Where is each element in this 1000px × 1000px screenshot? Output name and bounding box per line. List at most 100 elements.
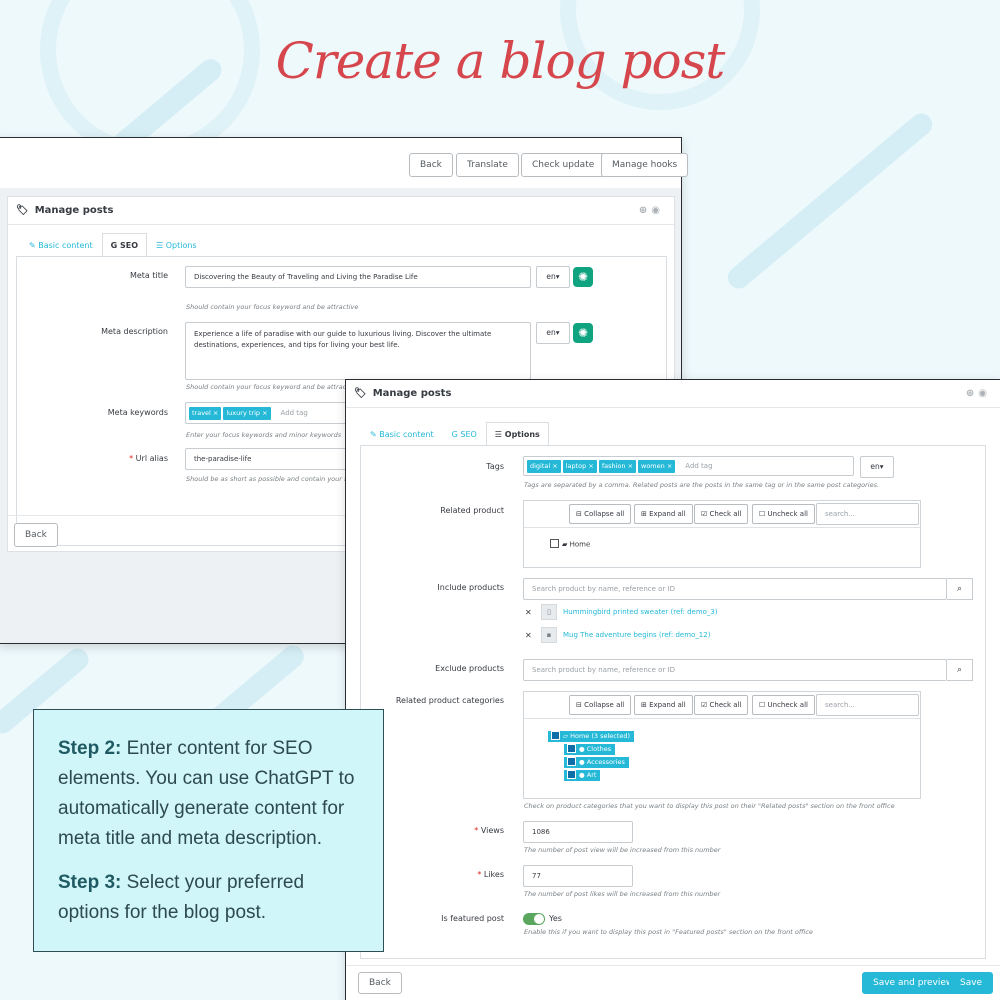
- google-icon: G: [110, 241, 120, 250]
- tab-seo[interactable]: G SEO: [101, 233, 147, 257]
- panel-header: 🏷 Manage posts ⊕◉: [8, 197, 674, 225]
- meta-title-lang-select[interactable]: en▾: [536, 266, 570, 288]
- tags-hint: Tags are separated by a comma. Related p…: [524, 481, 880, 489]
- folder-icon: ▰: [562, 540, 570, 549]
- views-hint: The number of post view will be increase…: [524, 846, 721, 854]
- translate-button[interactable]: Translate: [456, 153, 519, 177]
- meta-description-label: Meta description: [101, 327, 168, 336]
- checkbox[interactable]: [567, 743, 576, 753]
- options-window: 🏷 Manage posts ⊕◉ ✎ Basic content G SEO …: [345, 379, 1000, 1000]
- tab-basic-content[interactable]: ✎ Basic content: [361, 422, 443, 446]
- zoom-icon[interactable]: ⊕◉: [639, 205, 664, 216]
- tree-node-accessories[interactable]: ● Accessories: [564, 756, 629, 768]
- exclude-products-search[interactable]: Search product by name, reference or ID: [523, 659, 947, 681]
- views-label: * Views: [474, 826, 504, 835]
- included-product-item: ✕ ▯ Hummingbird printed sweater (ref: demo…: [525, 604, 718, 620]
- tag-chip[interactable]: digital ×: [527, 460, 561, 473]
- edit-icon: ✎: [29, 241, 39, 250]
- panel-header: 🏷 Manage posts ⊕◉: [346, 380, 1000, 408]
- check-all-button[interactable]: ☑ Check all: [694, 695, 749, 715]
- uncheck-all-button[interactable]: ☐ Uncheck all: [752, 695, 815, 715]
- tags-icon: 🏷: [354, 388, 367, 399]
- chatgpt-icon[interactable]: ✺: [573, 267, 593, 287]
- tree-node-clothes[interactable]: ● Clothes: [564, 743, 616, 755]
- manage-hooks-button[interactable]: Manage hooks: [601, 153, 689, 177]
- panel-title: Manage posts: [372, 388, 452, 399]
- list-icon: ☰: [156, 241, 166, 250]
- meta-description-lang-select[interactable]: en▾: [536, 322, 570, 344]
- likes-input[interactable]: 77: [523, 865, 633, 887]
- instruction-callout: Step 2: Enter content for SEO elements. …: [33, 709, 384, 952]
- views-input[interactable]: 1086: [523, 821, 633, 843]
- meta-title-hint: Should contain your focus keyword and be…: [186, 303, 359, 311]
- related-categories-label: Related product categories: [395, 696, 504, 705]
- meta-keywords-label: Meta keywords: [107, 408, 168, 417]
- product-thumbnail: ▯: [541, 604, 557, 620]
- likes-label: * Likes: [477, 870, 504, 879]
- meta-keywords-hint: Enter your focus keywords and minor keyw…: [186, 431, 342, 439]
- checkbox[interactable]: [567, 769, 576, 779]
- remove-icon[interactable]: ✕: [525, 608, 535, 617]
- check-all-button[interactable]: ☑ Check all: [694, 504, 749, 524]
- tag-chip[interactable]: fashion ×: [598, 460, 637, 473]
- check-update-button[interactable]: Check update: [521, 153, 606, 177]
- back-button[interactable]: Back: [358, 972, 402, 994]
- search-icon[interactable]: ⌕: [947, 578, 973, 600]
- add-tag-placeholder: Add tag: [685, 462, 713, 470]
- uncheck-all-button[interactable]: ☐ Uncheck all: [752, 504, 815, 524]
- related-product-label: Related product: [440, 506, 504, 515]
- tab-options[interactable]: ☰ Options: [485, 422, 549, 446]
- meta-description-textarea[interactable]: Experience a life of paradise with our g…: [185, 322, 531, 380]
- product-thumbnail: ▪: [541, 627, 557, 643]
- checkbox[interactable]: [550, 539, 559, 548]
- tree-search-input[interactable]: search...: [816, 694, 919, 716]
- panel-footer: [346, 965, 1000, 966]
- collapse-all-button[interactable]: ⊟ Collapse all: [569, 504, 632, 524]
- checkbox[interactable]: [551, 730, 560, 740]
- meta-description-hint: Should contain your focus keyword and be…: [186, 383, 359, 391]
- included-product-item: ✕ ▪ Mug The adventure begins (ref: demo_12…: [525, 627, 710, 643]
- include-products-search[interactable]: Search product by name, reference or ID: [523, 578, 947, 600]
- featured-hint: Enable this if you want to display this …: [524, 928, 813, 936]
- search-icon[interactable]: ⌕: [947, 659, 973, 681]
- tags-input[interactable]: digital × laptop × fashion × women × Add tag: [523, 456, 854, 476]
- edit-icon: ✎: [370, 430, 380, 439]
- featured-label: Is featured post: [441, 914, 504, 923]
- tag-chip[interactable]: laptop ×: [562, 460, 597, 473]
- featured-toggle[interactable]: [523, 913, 545, 925]
- url-alias-hint: Should be as short as possible and conta…: [186, 475, 358, 483]
- chatgpt-icon[interactable]: ✺: [573, 323, 593, 343]
- tree-search-input[interactable]: search...: [816, 503, 919, 525]
- tab-basic-content[interactable]: ✎ Basic content: [20, 233, 102, 257]
- collapse-all-button[interactable]: ⊟ Collapse all: [569, 695, 632, 715]
- include-products-label: Include products: [437, 583, 504, 592]
- tag-chip[interactable]: luxury trip ×: [223, 407, 271, 420]
- tab-options[interactable]: ☰ Options: [147, 233, 206, 257]
- meta-title-label: Meta title: [129, 271, 168, 280]
- add-tag-placeholder: Add tag: [280, 409, 308, 417]
- tree-node-art[interactable]: ● Art: [564, 769, 601, 781]
- tag-chip[interactable]: women ×: [638, 460, 676, 473]
- meta-title-input[interactable]: Discovering the Beauty of Traveling and …: [185, 266, 531, 288]
- tag-chip[interactable]: travel ×: [189, 407, 222, 420]
- list-icon: ☰: [494, 430, 505, 439]
- back-button[interactable]: Back: [409, 153, 453, 177]
- manage-posts-panel: 🏷 Manage posts ⊕◉ ✎ Basic content G SEO …: [346, 380, 1000, 1000]
- tags-lang-select[interactable]: en▾: [860, 456, 894, 478]
- exclude-products-label: Exclude products: [435, 664, 504, 673]
- remove-icon[interactable]: ✕: [525, 631, 535, 640]
- related-product-tree: ⊟ Collapse all ⊞ Expand all ☑ Check all …: [523, 500, 921, 568]
- step-2-text: Step 2: Enter content for SEO elements. …: [58, 738, 355, 849]
- likes-hint: The number of post likes will be increas…: [524, 890, 721, 898]
- checkbox[interactable]: [567, 756, 576, 766]
- tab-seo[interactable]: G SEO: [443, 422, 486, 446]
- expand-all-button[interactable]: ⊞ Expand all: [634, 504, 693, 524]
- tree-node-home[interactable]: ▱ Home (3 selected): [548, 730, 635, 742]
- bg-line: [723, 109, 937, 293]
- expand-all-button[interactable]: ⊞ Expand all: [634, 695, 693, 715]
- back-button[interactable]: Back: [14, 523, 58, 547]
- tree-node-home[interactable]: ▰ Home: [550, 539, 590, 549]
- tags-icon: 🏷: [16, 205, 29, 216]
- zoom-icon[interactable]: ⊕◉: [966, 388, 991, 399]
- save-button[interactable]: Save: [949, 972, 994, 994]
